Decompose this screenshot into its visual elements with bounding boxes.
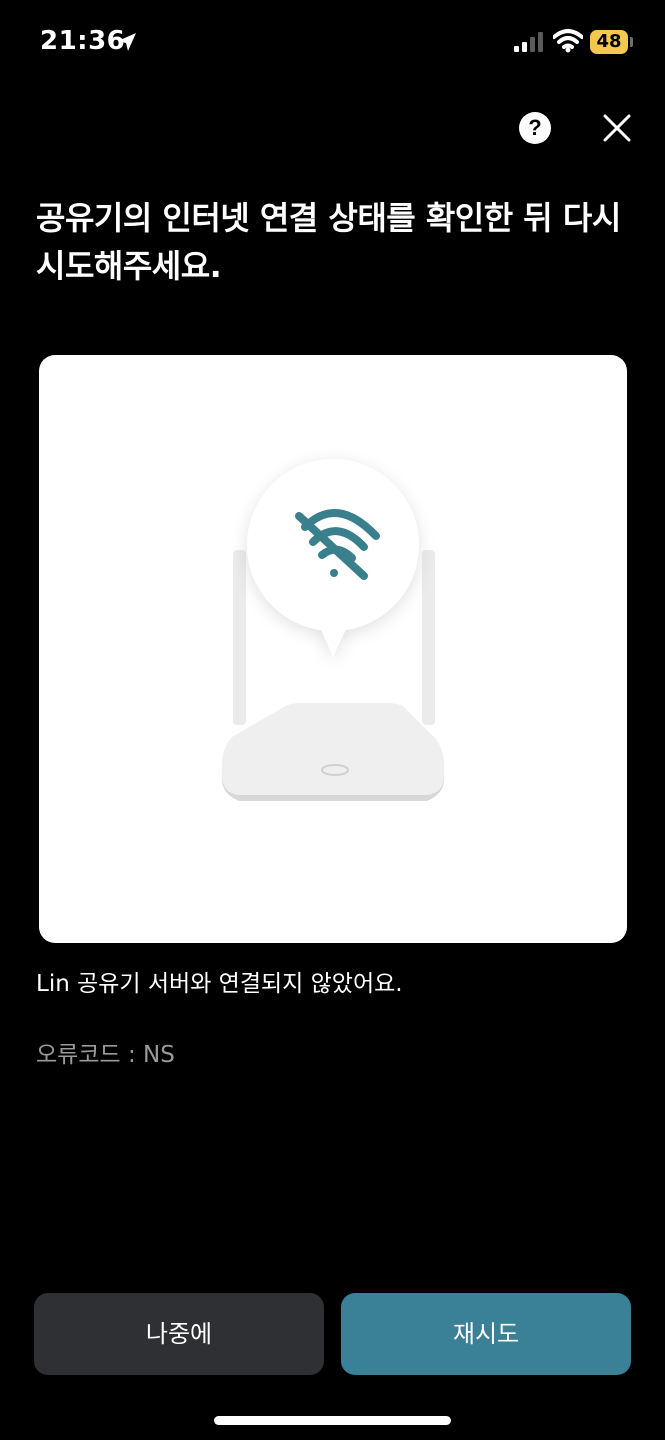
- battery-tip: [630, 37, 633, 47]
- page-title: 공유기의 인터넷 연결 상태를 확인한 뒤 다시 시도해주세요.: [36, 199, 621, 285]
- status-time: 21:36: [40, 26, 126, 56]
- error-code: 오류코드 : NS: [36, 1042, 175, 1068]
- later-button[interactable]: 나중에: [34, 1293, 324, 1375]
- cellular-signal-icon: [514, 32, 543, 52]
- help-button[interactable]: ?: [519, 112, 551, 144]
- location-arrow-icon: [118, 33, 136, 51]
- battery-icon: 48: [590, 30, 628, 54]
- connection-message: Lin 공유기 서버와 연결되지 않았어요.: [36, 971, 403, 997]
- home-indicator[interactable]: [214, 1416, 451, 1425]
- retry-button[interactable]: 재시도: [341, 1293, 631, 1375]
- close-icon[interactable]: [601, 112, 633, 144]
- status-bar: 21:36 48: [0, 0, 665, 86]
- wifi-icon: [553, 29, 583, 53]
- router-illustration: [221, 459, 445, 801]
- illustration-card: [39, 355, 627, 943]
